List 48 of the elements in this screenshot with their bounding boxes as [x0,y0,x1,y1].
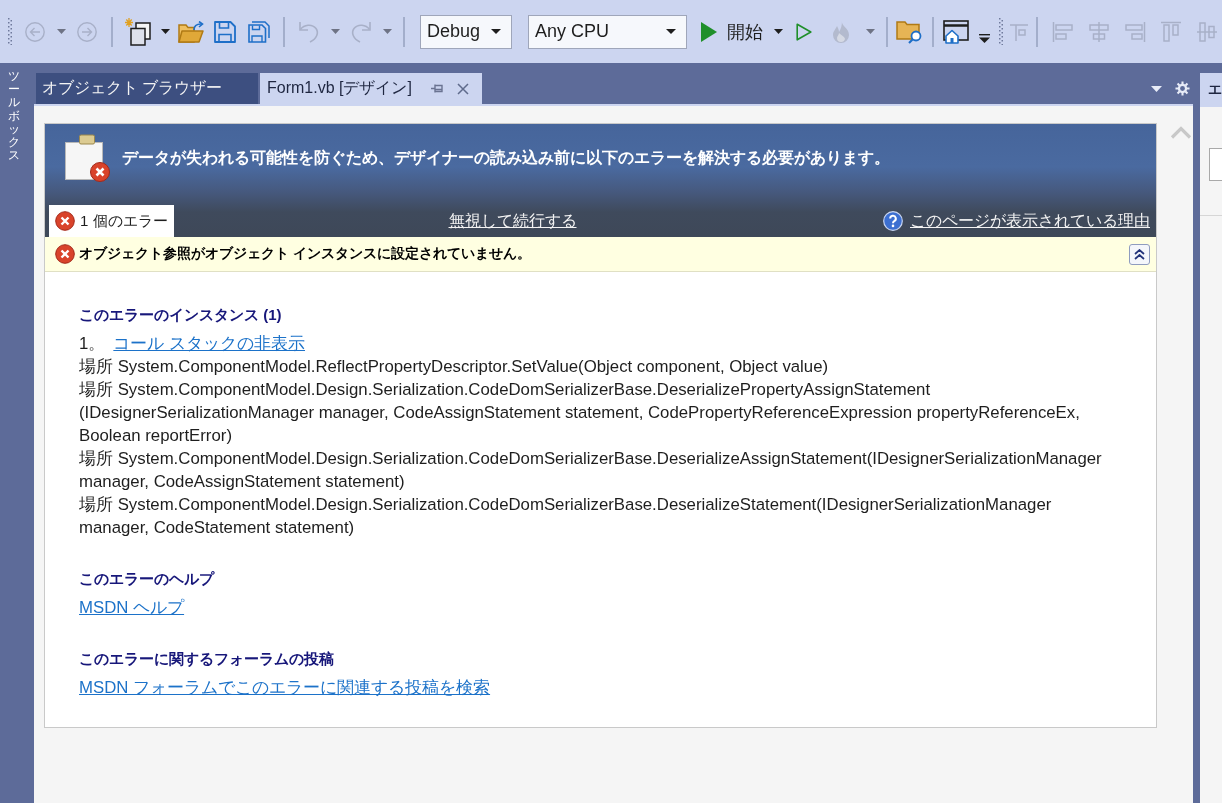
input-field[interactable] [1209,148,1222,181]
section-heading: このエラーのヘルプ [79,569,214,589]
stack-frame: 場所 System.ComponentModel.Design.Serialization.CodeDomSerializerBase.DeserializeAssignStatement(IDesignerSerializationManager manager, CodeAssignStatement statement) [79,447,1102,493]
panel-title: エ [1208,81,1222,99]
help-icon [883,211,903,231]
caret-down-icon[interactable] [773,29,783,34]
folder-arrow-icon[interactable] [178,20,204,43]
stack-frame: 場所 System.ComponentModel.Design.Serialization.CodeDomSerializerBase.DeserializeStatement(IDesignerSerializationManager manager, CodeStatement statement) [79,493,1052,539]
error-icon [55,244,75,264]
settings-icon[interactable] [1175,81,1190,96]
clipboard-error-icon [63,134,111,182]
save-icon[interactable] [214,20,236,43]
error-count-tab[interactable]: 1 個のエラー [49,205,174,237]
dropdown-field[interactable]: Debug [420,14,512,49]
why-page-link[interactable]: このページが表示されている理由 [910,210,1150,232]
folder-search-icon[interactable] [896,18,924,45]
error-message: オブジェクト参照がオブジェクト インスタンスに設定されていません。 [79,245,531,263]
close-icon[interactable] [456,82,469,95]
collapse-button[interactable] [1129,243,1150,265]
caret-down-icon [666,29,676,34]
double-chevron-up-icon [1134,248,1145,260]
section-heading: このエラーに関するフォーラムの投稿 [79,649,334,669]
save-all-icon[interactable] [248,20,270,43]
sparkle-windows-icon[interactable] [125,17,151,46]
error-icon [55,211,75,231]
grip-icon[interactable] [999,17,1003,46]
stack-frame: 場所 System.ComponentModel.ReflectPropertyDescriptor.SetValue(Object component, Object value) [79,355,829,378]
caret-down-icon[interactable] [160,29,170,34]
start-button[interactable]: 開始 [701,16,769,47]
section-heading: このエラーのインスタンス (1) [79,305,282,325]
grip-icon[interactable] [8,17,12,46]
document-tab[interactable]: Form1.vb [デザイン] [260,73,482,104]
dropdown-field[interactable]: Any CPU [528,14,687,49]
help-link[interactable]: MSDN ヘルプ [79,598,185,617]
document-tab[interactable]: オブジェクト ブラウザー [36,73,258,104]
window-home-icon[interactable] [943,19,969,44]
list-number: 1。 [79,333,106,355]
toolbar-overflow-icon[interactable] [978,34,990,43]
toolbox-tab[interactable]: ツールボックス [8,70,20,163]
error-page-title: データが失われる可能性を防ぐため、デザイナーの読み込み前に以下のエラーを解決する必要があります。 [122,147,890,168]
ignore-continue-link[interactable]: 無視して続行する [448,210,577,232]
pin-icon[interactable] [430,83,443,94]
call-stack-link[interactable]: コール スタックの非表示 [113,332,305,355]
play-outline-icon[interactable] [796,22,812,41]
help-link[interactable]: MSDN フォーラムでこのエラーに関連する投稿を検索 [79,678,491,697]
stack-frame: 場所 System.ComponentModel.Design.Serialization.CodeDomSerializerBase.DeserializePropertyAssignStatement (IDesignerSerializationManager manager, CodeAssignStatement statement, CodePropertyReferenceExpression propertyReferenceEx, Boolean reportError) [79,378,1080,447]
caret-down-icon [491,29,501,34]
play-icon [701,21,717,42]
